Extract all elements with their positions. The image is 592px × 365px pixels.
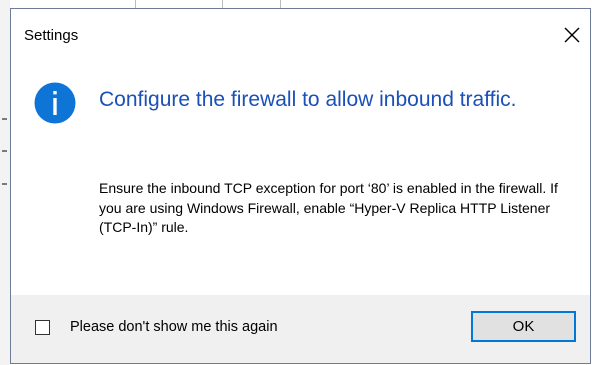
background-mark <box>2 150 7 152</box>
background-divider <box>135 0 136 8</box>
ok-button[interactable]: OK <box>471 311 576 342</box>
settings-dialog: Settings Configure the firewall to allow… <box>10 8 591 364</box>
background-mark <box>2 118 7 120</box>
dont-show-again-checkbox[interactable]: Please don't show me this again <box>35 319 278 335</box>
background-left-edge <box>0 0 10 365</box>
background-mark <box>2 183 7 185</box>
dialog-message: Ensure the inbound TCP exception for por… <box>99 180 558 235</box>
background-divider <box>280 0 281 8</box>
dialog-heading: Configure the firewall to allow inbound … <box>99 88 517 111</box>
info-icon <box>34 82 76 124</box>
title-bar: Settings <box>11 9 590 67</box>
dialog-title: Settings <box>24 27 79 44</box>
close-icon <box>564 27 580 43</box>
dialog-footer: Please don't show me this again OK <box>11 295 590 363</box>
close-button[interactable] <box>560 23 584 47</box>
checkbox-box[interactable] <box>35 319 50 335</box>
background-divider <box>222 0 223 8</box>
checkbox-label: Please don't show me this again <box>70 319 278 335</box>
